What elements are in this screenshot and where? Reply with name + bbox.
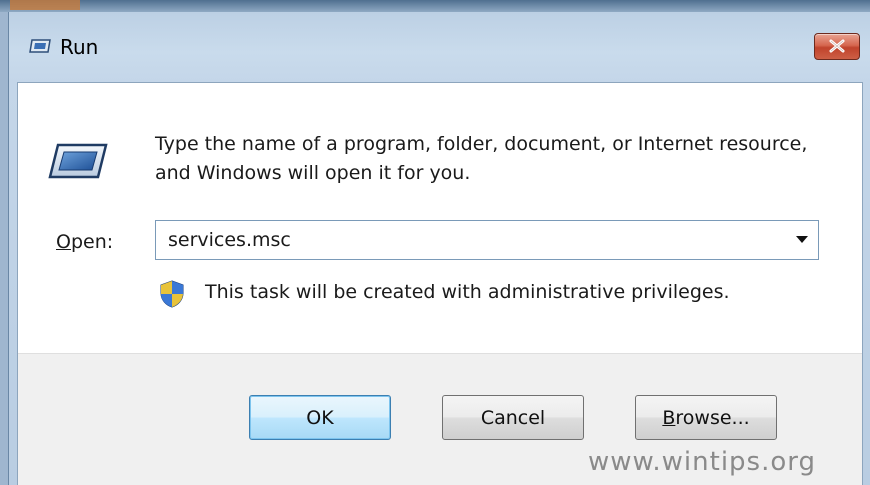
ok-button[interactable]: OK bbox=[249, 395, 391, 440]
close-button[interactable] bbox=[814, 33, 860, 60]
close-icon bbox=[829, 39, 845, 53]
desktop-strip-accent bbox=[10, 0, 80, 10]
browse-accelerator: B bbox=[662, 407, 676, 429]
browse-button[interactable]: Browse... bbox=[635, 395, 777, 440]
admin-privileges-note: This task will be created with administr… bbox=[205, 281, 730, 303]
cancel-button[interactable]: Cancel bbox=[442, 395, 584, 440]
run-icon bbox=[29, 38, 51, 54]
run-icon bbox=[48, 143, 108, 179]
open-input[interactable]: services.msc bbox=[168, 229, 291, 251]
open-label-text: pen: bbox=[70, 231, 114, 253]
uac-shield-icon bbox=[159, 280, 185, 308]
watermark: www.wintips.org bbox=[588, 447, 817, 477]
title-bar[interactable]: Run bbox=[9, 12, 870, 82]
desktop-strip bbox=[0, 0, 870, 12]
browse-label: rowse... bbox=[675, 407, 750, 429]
dialog-body: Type the name of a program, folder, docu… bbox=[17, 82, 863, 485]
dialog-description: Type the name of a program, folder, docu… bbox=[155, 133, 808, 184]
run-dialog-window: Run Type the name of a program, folder, … bbox=[8, 12, 870, 485]
open-label-accelerator: O bbox=[56, 231, 71, 253]
chevron-down-icon[interactable] bbox=[796, 236, 808, 243]
open-combobox[interactable]: services.msc bbox=[155, 220, 819, 260]
open-label: Open: bbox=[56, 231, 113, 253]
window-title: Run bbox=[60, 35, 99, 59]
